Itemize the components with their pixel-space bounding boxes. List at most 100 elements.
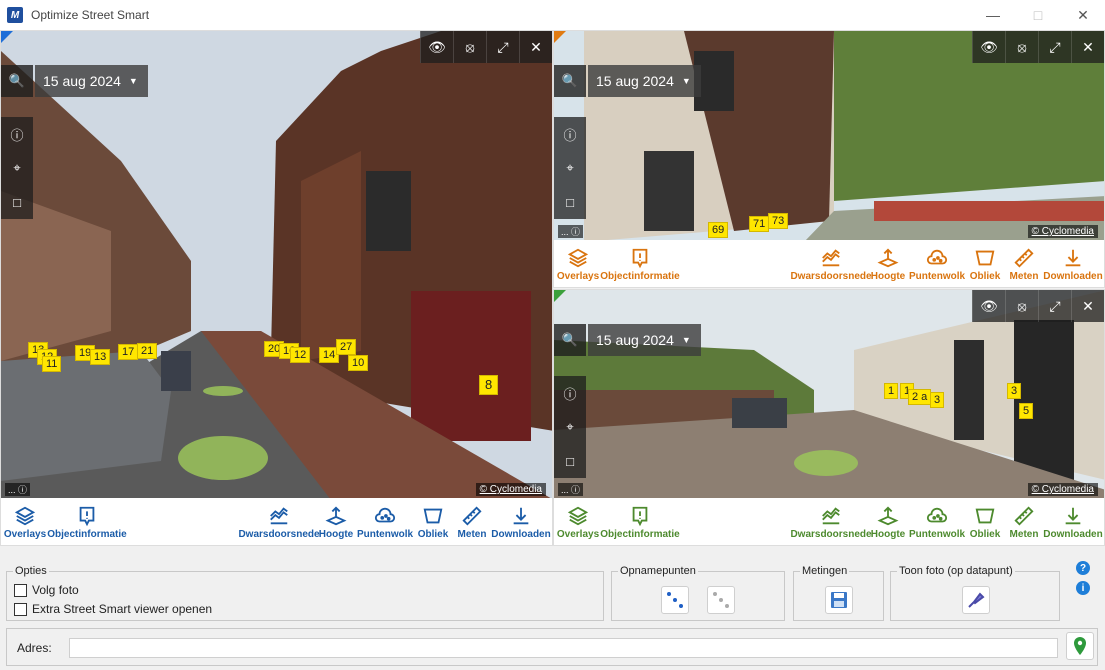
save-measurements-button[interactable] <box>825 586 853 614</box>
date-dropdown[interactable]: 15 aug 2024 ▼ <box>35 65 148 97</box>
photo-marker[interactable]: 3 <box>930 392 945 408</box>
photo-marker[interactable]: 71 <box>749 216 770 232</box>
date-selector[interactable]: 🔍 15 aug 2024 ▼ <box>554 324 701 356</box>
date-selector[interactable]: 🔍 15 aug 2024 ▼ <box>554 65 701 97</box>
close-icon[interactable]: ✕ <box>1071 31 1104 63</box>
photo-marker[interactable]: 21 <box>137 343 158 359</box>
photo-marker[interactable]: 8 <box>479 375 499 395</box>
measure-button[interactable]: Meten <box>1004 498 1044 545</box>
date-dropdown[interactable]: 15 aug 2024 ▼ <box>588 324 701 356</box>
oblique-button[interactable]: Obliek <box>414 498 452 545</box>
history-search-icon[interactable]: 🔍 <box>1 65 33 97</box>
viewer-color-tag <box>554 31 566 43</box>
measure-button[interactable]: Meten <box>1004 240 1044 287</box>
more-info-icon[interactable]: ... ⓘ <box>5 483 31 496</box>
download-button[interactable]: Downloaden <box>1043 498 1103 545</box>
locate-icon[interactable]: ⌖ <box>554 151 586 185</box>
height-button[interactable]: Hoogte <box>316 498 356 545</box>
photo-marker[interactable]: 12 <box>290 347 311 363</box>
cross-section-button[interactable]: Dwarsdoorsnede <box>238 498 320 545</box>
comment-icon[interactable]: □ <box>554 185 586 219</box>
info-icon[interactable]: ⓘ <box>1 117 33 151</box>
expand-icon[interactable]: ⤢ <box>486 31 519 63</box>
cross-section-button[interactable]: Dwarsdoorsnede <box>790 240 872 287</box>
comment-icon[interactable]: □ <box>554 444 586 478</box>
pointcloud-button[interactable]: Puntenwolk <box>356 498 414 545</box>
pointcloud-button[interactable]: Puntenwolk <box>908 498 966 545</box>
copyright-link[interactable]: © Cyclomedia <box>1027 225 1098 238</box>
link-icon[interactable]: ⦻ <box>453 31 486 63</box>
address-input[interactable] <box>69 638 1058 658</box>
viewer-3: 1 1 2 a 3 3 5 👁 ⦻ ⤢ ✕ 🔍 15 aug 2024▼ ⓘ ⌖… <box>553 289 1105 546</box>
history-search-icon[interactable]: 🔍 <box>554 324 586 356</box>
overlays-label: Overlays <box>556 529 600 540</box>
measure-button[interactable]: Meten <box>452 498 492 545</box>
info-icon[interactable]: ⓘ <box>554 117 586 151</box>
locate-icon[interactable]: ⌖ <box>554 410 586 444</box>
overlays-button[interactable]: Overlays <box>557 240 599 287</box>
help-icon[interactable]: ? <box>1076 561 1090 575</box>
photo-marker[interactable]: 69 <box>708 222 729 238</box>
info-icon[interactable]: ⓘ <box>554 376 586 410</box>
recording-points-on-button[interactable] <box>661 586 689 614</box>
download-button[interactable]: Downloaden <box>1043 240 1103 287</box>
date-dropdown[interactable]: 15 aug 2024 ▼ <box>588 65 701 97</box>
cross-section-button[interactable]: Dwarsdoorsnede <box>790 498 872 545</box>
street-photo-1[interactable]: 13 12 11 19 13 17 21 20 16 12 14 27 10 8… <box>1 31 552 500</box>
close-window-button[interactable]: ✕ <box>1060 0 1105 30</box>
comment-icon[interactable]: □ <box>1 185 33 219</box>
photo-marker[interactable]: 2 a <box>908 389 932 405</box>
checkbox-box[interactable] <box>14 602 27 616</box>
chevron-down-icon: ▼ <box>681 335 691 345</box>
objectinfo-button[interactable]: Objectinformatie <box>600 240 680 287</box>
oblique-button[interactable]: Obliek <box>966 498 1004 545</box>
pointcloud-button[interactable]: Puntenwolk <box>908 240 966 287</box>
eye-icon[interactable]: 👁 <box>972 290 1005 322</box>
photo-marker[interactable]: 13 <box>90 349 111 365</box>
locate-icon[interactable]: ⌖ <box>1 151 33 185</box>
more-info-icon[interactable]: ... ⓘ <box>558 225 584 238</box>
checkbox-box[interactable] <box>14 583 27 597</box>
height-button[interactable]: Hoogte <box>868 498 908 545</box>
photo-marker[interactable]: 5 <box>1019 403 1034 419</box>
copyright-link[interactable]: © Cyclomedia <box>1027 483 1098 496</box>
maximize-button[interactable]: □ <box>1015 0 1061 30</box>
recording-points-off-button[interactable] <box>707 586 735 614</box>
objectinfo-button[interactable]: Objectinformatie <box>600 498 680 545</box>
photo-marker[interactable]: 1 <box>884 383 899 399</box>
close-icon[interactable]: ✕ <box>519 31 552 63</box>
extra-viewer-checkbox[interactable]: Extra Street Smart viewer openen <box>14 602 212 616</box>
expand-icon[interactable]: ⤢ <box>1038 290 1071 322</box>
history-search-icon[interactable]: 🔍 <box>554 65 586 97</box>
photo-marker[interactable]: 10 <box>348 355 369 371</box>
link-icon[interactable]: ⦻ <box>1005 31 1038 63</box>
show-photo-button[interactable] <box>962 586 990 614</box>
photo-marker[interactable]: 11 <box>42 356 62 372</box>
height-button[interactable]: Hoogte <box>868 240 908 287</box>
locate-address-button[interactable] <box>1066 632 1094 660</box>
photo-marker[interactable]: 17 <box>118 344 139 360</box>
copyright-link[interactable]: © Cyclomedia <box>475 483 546 496</box>
link-icon[interactable]: ⦻ <box>1005 290 1038 322</box>
street-photo-2[interactable]: 69 71 73 👁 ⦻ ⤢ ✕ 🔍 15 aug 2024 ▼ ⓘ ⌖ □ ..… <box>554 31 1104 242</box>
oblique-button[interactable]: Obliek <box>966 240 1004 287</box>
overlays-button[interactable]: Overlays <box>556 498 600 545</box>
photo-marker[interactable]: 3 <box>1007 383 1022 399</box>
info-icon[interactable]: i <box>1076 581 1090 595</box>
oblique-icon <box>975 508 995 524</box>
minimize-button[interactable]: — <box>970 0 1016 30</box>
photo-marker[interactable]: 73 <box>768 213 789 229</box>
eye-icon[interactable]: 👁 <box>972 31 1005 63</box>
street-photo-3[interactable]: 1 1 2 a 3 3 5 👁 ⦻ ⤢ ✕ 🔍 15 aug 2024▼ ⓘ ⌖… <box>554 290 1104 500</box>
height-label: Hoogte <box>870 271 906 282</box>
close-icon[interactable]: ✕ <box>1071 290 1104 322</box>
more-info-icon[interactable]: ... ⓘ <box>558 483 584 496</box>
date-selector[interactable]: 🔍 15 aug 2024 ▼ <box>1 65 148 97</box>
expand-icon[interactable]: ⤢ <box>1038 31 1071 63</box>
download-button[interactable]: Downloaden <box>491 498 551 545</box>
eye-icon[interactable]: 👁 <box>420 31 453 63</box>
objectinfo-button[interactable]: Objectinformatie <box>47 498 127 545</box>
overlays-button[interactable]: Overlays <box>4 498 46 545</box>
photo-marker[interactable]: 27 <box>336 339 357 355</box>
follow-photo-checkbox[interactable]: Volg foto <box>14 583 79 597</box>
